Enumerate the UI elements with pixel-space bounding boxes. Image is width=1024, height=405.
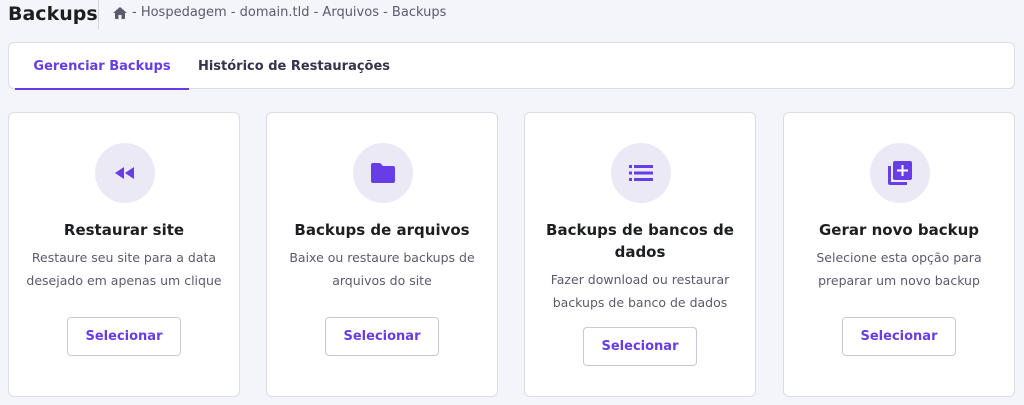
card-description: Restaure seu site para a data desejado e… (26, 250, 222, 288)
add-library-icon (888, 161, 912, 185)
card-gerar-novo-backup: Gerar novo backup Selecione esta opção p… (783, 112, 1015, 397)
home-icon[interactable] (112, 6, 128, 20)
card-backups-arquivos: Backups de arquivos Baixe ou restaure ba… (266, 112, 498, 397)
select-backups-arquivos-button[interactable]: Selecionar (325, 317, 439, 356)
card-restaurar-site: Restaurar site Restaure seu site para a … (8, 112, 240, 397)
tab-historico-restauracoes[interactable]: Histórico de Restaurações (189, 43, 399, 89)
folder-icon (371, 163, 395, 183)
card-icon-circle (95, 143, 155, 203)
card-description: Fazer download ou restaurar backups de b… (550, 272, 730, 310)
select-gerar-novo-backup-button[interactable]: Selecionar (842, 317, 956, 356)
tabs-bar: Gerenciar Backups Histórico de Restauraç… (8, 42, 1015, 90)
breadcrumb-item-hospedagem[interactable]: - Hospedagem (132, 5, 227, 20)
card-title: Restaurar site (63, 221, 185, 239)
card-title: Backups de arquivos (294, 221, 470, 239)
page-header: Backups - Hospedagem - domain.tld - Arqu… (0, 0, 1024, 30)
rewind-icon (115, 167, 134, 179)
tab-gerenciar-backups[interactable]: Gerenciar Backups (15, 43, 189, 90)
breadcrumb-item-backups: - Backups (383, 5, 447, 20)
list-icon (629, 165, 653, 181)
card-description: Selecione esta opção para preparar um no… (816, 250, 982, 288)
header-divider (98, 0, 99, 29)
card-icon-circle (353, 143, 413, 203)
card-icon-circle (870, 143, 930, 203)
breadcrumb-item-arquivos[interactable]: - Arquivos (314, 5, 379, 20)
breadcrumb: - Hospedagem - domain.tld - Arquivos - B… (112, 5, 446, 20)
page-title: Backups (8, 3, 98, 25)
card-icon-circle (611, 143, 671, 203)
breadcrumb-item-domain[interactable]: - domain.tld (231, 5, 310, 20)
card-title: Gerar novo backup (818, 221, 980, 239)
card-backups-bancos-dados: Backups de bancos de dados Fazer downloa… (524, 112, 756, 397)
select-restaurar-site-button[interactable]: Selecionar (67, 317, 181, 356)
card-title: Backups de bancos de dados (546, 221, 734, 261)
card-description: Baixe ou restaure backups de arquivos do… (289, 250, 475, 288)
select-backups-bancos-dados-button[interactable]: Selecionar (583, 327, 697, 366)
